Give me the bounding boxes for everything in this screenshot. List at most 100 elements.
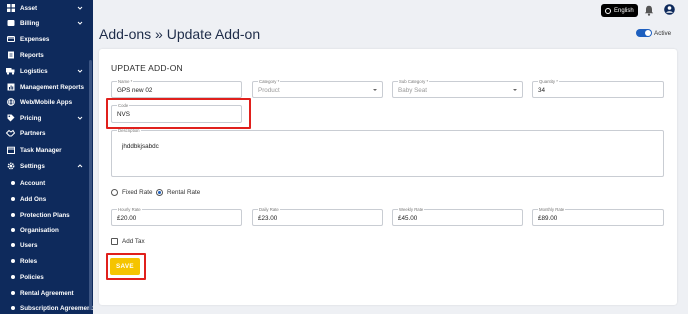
rental-rate-label: Rental Rate <box>167 189 201 196</box>
add-tax-label: Add Tax <box>122 238 145 245</box>
add-tax-checkbox[interactable] <box>111 238 118 245</box>
active-toggle[interactable] <box>636 29 652 37</box>
sidebar-item-label: Settings <box>20 162 45 170</box>
page-title: Add-ons » Update Add-on <box>99 26 261 42</box>
save-button[interactable]: SAVE <box>110 258 140 275</box>
bullet-icon <box>11 291 15 295</box>
quantity-label: Quantity * <box>538 79 559 84</box>
sidebar-item-billing[interactable]: Billing <box>0 15 93 31</box>
chart-icon <box>6 83 15 92</box>
caret-down-icon <box>373 89 377 91</box>
code-field[interactable]: Code NVS <box>111 103 242 123</box>
weekly-rate-value: £45.00 <box>398 215 418 222</box>
category-select[interactable]: Category * Product <box>252 79 383 98</box>
sidebar-item-asset[interactable]: Asset <box>0 0 93 16</box>
chevron-down-icon <box>77 116 83 120</box>
bullet-icon <box>11 243 15 247</box>
quantity-field[interactable]: Quantity * 34 <box>532 79 664 98</box>
sidebar-item-label: Partners <box>20 129 46 137</box>
chevron-down-icon <box>77 69 83 73</box>
sidebar-subitem-label: Subscription Agreement <box>20 304 93 312</box>
calendar-icon <box>6 146 15 155</box>
toggle-knob <box>645 30 651 36</box>
sidebar-item-label: Management Reports <box>20 83 85 91</box>
monthly-rate-label: Monthly Rate <box>538 207 566 212</box>
sidebar-item-label: Pricing <box>20 114 42 122</box>
tag-icon <box>6 114 15 123</box>
sidebar-item-reports[interactable]: Reports <box>0 47 93 63</box>
sidebar-item-partners[interactable]: Partners <box>0 125 93 141</box>
sidebar-subitem-label: Account <box>20 179 46 187</box>
sidebar-item-task-manager[interactable]: Task Manager <box>0 142 93 158</box>
chevron-down-icon <box>77 21 83 25</box>
sidebar-item-label: Expenses <box>20 35 50 43</box>
sidebar-subitem-label: Policies <box>20 273 44 281</box>
quantity-value: 34 <box>538 87 546 94</box>
bullet-icon <box>11 275 15 279</box>
sidebar-subitem-add-ons[interactable]: Add Ons <box>0 191 93 207</box>
code-label: Code <box>117 103 130 108</box>
sidebar-subitem-label: Protection Plans <box>20 211 70 219</box>
weekly-rate-field[interactable]: Weekly Rate £45.00 <box>392 207 523 226</box>
fixed-rate-label: Fixed Rate <box>122 189 153 196</box>
sidebar-item-pricing[interactable]: Pricing <box>0 110 93 126</box>
bullet-icon <box>11 228 15 232</box>
sidebar-item-label: Logistics <box>20 67 48 75</box>
hourly-rate-label: Hourly Rate <box>117 207 142 212</box>
hourly-rate-field[interactable]: Hourly Rate £20.00 <box>111 207 242 226</box>
language-button[interactable]: English <box>601 4 638 17</box>
description-textarea[interactable]: Description jhddbkjsabdc <box>111 128 664 177</box>
category-label: Category * <box>258 79 281 84</box>
sidebar-item-management-reports[interactable]: Management Reports <box>0 79 93 95</box>
form-heading: UPDATE ADD-ON <box>111 63 183 73</box>
sidebar-item-settings[interactable]: Settings <box>0 158 93 174</box>
monthly-rate-value: £89.00 <box>538 215 558 222</box>
category-placeholder: Product <box>258 87 280 94</box>
bullet-icon <box>11 181 15 185</box>
user-avatar-icon[interactable] <box>664 4 675 15</box>
sidebar-subitem-label: Roles <box>20 257 38 265</box>
receipt-icon <box>6 35 15 44</box>
rental-rate-radio[interactable] <box>156 189 163 196</box>
sidebar-subitem-roles[interactable]: Roles <box>0 253 93 269</box>
chevron-down-icon <box>77 6 83 10</box>
handshake-icon <box>6 129 15 138</box>
bullet-icon <box>11 197 15 201</box>
bell-icon[interactable] <box>644 5 654 16</box>
chevron-up-icon <box>77 164 83 168</box>
sidebar-scrollbar[interactable] <box>89 60 92 310</box>
fixed-rate-radio[interactable] <box>111 189 118 196</box>
dollar-icon <box>6 19 15 28</box>
sidebar-item-web-mobile-apps[interactable]: Web/Mobile Apps <box>0 94 93 110</box>
code-value: NVS <box>117 111 130 118</box>
sidebar-subitem-protection-plans[interactable]: Protection Plans <box>0 207 93 223</box>
sidebar-subitem-rental-agreement[interactable]: Rental Agreement <box>0 285 93 301</box>
bullet-icon <box>11 213 15 217</box>
sidebar-subitem-account[interactable]: Account <box>0 175 93 191</box>
sidebar-item-label: Asset <box>20 4 38 12</box>
language-label: English <box>614 7 634 14</box>
sidebar-subitem-label: Users <box>20 241 38 249</box>
name-value: GPS new 02 <box>117 87 153 94</box>
sidebar-item-label: Task Manager <box>20 146 62 154</box>
caret-down-icon <box>513 89 517 91</box>
report-icon <box>6 51 15 60</box>
daily-rate-label: Daily Rate <box>258 207 280 212</box>
bullet-icon <box>11 306 15 310</box>
active-toggle-label: Active <box>654 30 672 37</box>
monthly-rate-field[interactable]: Monthly Rate £89.00 <box>532 207 664 226</box>
sidebar-subitem-organisation[interactable]: Organisation <box>0 222 93 238</box>
sidebar-item-logistics[interactable]: Logistics <box>0 63 93 79</box>
sidebar-item-label: Reports <box>20 51 44 59</box>
subcategory-select[interactable]: Sub Category * Baby Seat <box>392 79 523 98</box>
sidebar-item-expenses[interactable]: Expenses <box>0 31 93 47</box>
globe-icon <box>6 98 15 107</box>
subcategory-placeholder: Baby Seat <box>398 87 428 94</box>
name-field[interactable]: Name * GPS new 02 <box>111 79 242 98</box>
bullet-icon <box>11 259 15 263</box>
sidebar-subitem-users[interactable]: Users <box>0 237 93 253</box>
daily-rate-field[interactable]: Daily Rate £23.00 <box>252 207 383 226</box>
sidebar-subitem-policies[interactable]: Policies <box>0 269 93 285</box>
subcategory-label: Sub Category * <box>398 79 430 84</box>
sidebar-subitem-subscription-agreement[interactable]: Subscription Agreement <box>0 300 93 314</box>
